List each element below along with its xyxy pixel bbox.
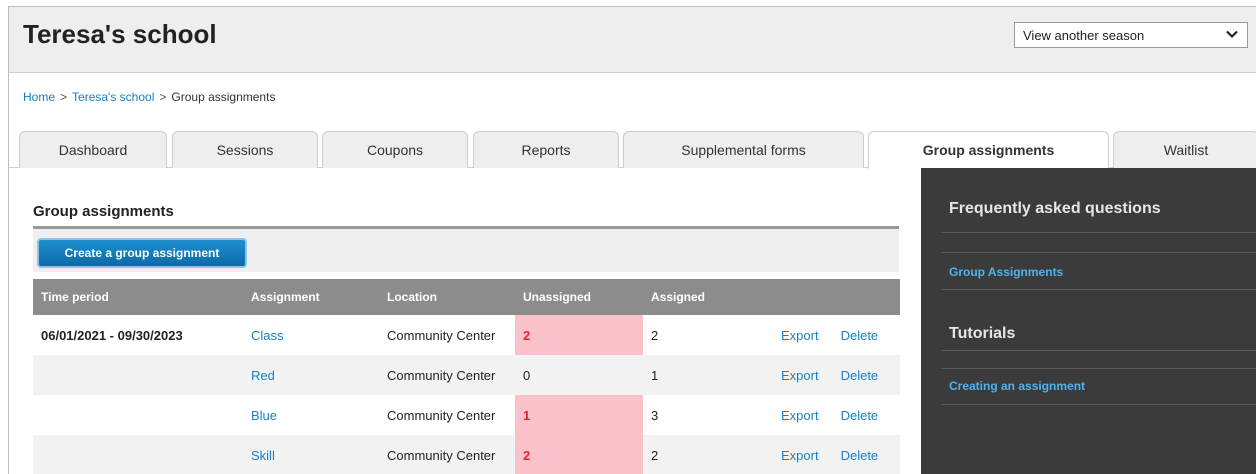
- delete-link[interactable]: Delete: [841, 328, 879, 343]
- assignment-link[interactable]: Red: [251, 368, 275, 383]
- unassigned-cell: 1: [515, 395, 643, 435]
- sidebar-divider: [941, 232, 1256, 233]
- export-link[interactable]: Export: [781, 328, 819, 343]
- assigned-cell: 2: [643, 315, 773, 355]
- breadcrumb-home[interactable]: Home: [23, 90, 55, 104]
- breadcrumb-current: Group assignments: [171, 90, 276, 104]
- table-row: Skill Community Center 2 2 Export Delete: [33, 435, 901, 474]
- assignment-cell: Red: [243, 355, 379, 395]
- tab-sessions[interactable]: Sessions: [172, 131, 318, 168]
- column-header-actions: [773, 279, 901, 315]
- sidebar-divider: [941, 368, 1256, 369]
- unassigned-cell: 2: [515, 435, 643, 474]
- breadcrumb: Home > Teresa's school > Group assignments: [23, 90, 275, 104]
- sidebar-divider: [941, 404, 1256, 405]
- column-header-unassigned: Unassigned: [515, 279, 643, 315]
- assignment-link[interactable]: Blue: [251, 408, 277, 423]
- help-sidebar: Frequently asked questions Group Assignm…: [921, 168, 1256, 474]
- assignment-cell: Blue: [243, 395, 379, 435]
- sidebar-divider: [941, 350, 1256, 351]
- unassigned-cell: 2: [515, 315, 643, 355]
- unassigned-cell: 0: [515, 355, 643, 395]
- actions-cell: Export Delete: [773, 395, 901, 435]
- tab-waitlist[interactable]: Waitlist: [1113, 131, 1256, 168]
- table-row: 06/01/2021 - 09/30/2023 Class Community …: [33, 315, 901, 355]
- actions-cell: Export Delete: [773, 355, 901, 395]
- tutorials-heading: Tutorials: [949, 325, 1016, 342]
- school-title: Teresa's school: [23, 19, 217, 49]
- tab-coupons[interactable]: Coupons: [322, 131, 468, 168]
- location-cell: Community Center: [379, 355, 515, 395]
- faq-heading: Frequently asked questions: [949, 200, 1161, 217]
- delete-link[interactable]: Delete: [841, 368, 879, 383]
- section-title: Group assignments: [33, 203, 174, 220]
- export-link[interactable]: Export: [781, 368, 819, 383]
- breadcrumb-school[interactable]: Teresa's school: [72, 90, 154, 104]
- assigned-cell: 3: [643, 395, 773, 435]
- assignments-table: Time period Assignment Location Unassign…: [33, 279, 901, 474]
- time-period-cell: 06/01/2021 - 09/30/2023: [33, 315, 243, 355]
- assignment-cell: Class: [243, 315, 379, 355]
- column-header-time-period: Time period: [33, 279, 243, 315]
- export-link[interactable]: Export: [781, 408, 819, 423]
- assigned-cell: 2: [643, 435, 773, 474]
- page: Teresa's school View another season Home…: [8, 6, 1256, 474]
- actions-cell: Export Delete: [773, 315, 901, 355]
- actions-cell: Export Delete: [773, 435, 901, 474]
- tab-bar: Dashboard Sessions Coupons Reports Suppl…: [9, 131, 1256, 169]
- season-select[interactable]: View another season: [1014, 22, 1248, 48]
- table-header-row: Time period Assignment Location Unassign…: [33, 279, 901, 315]
- season-select-value: View another season: [1023, 28, 1145, 43]
- tab-dashboard[interactable]: Dashboard: [19, 131, 167, 168]
- create-group-assignment-button[interactable]: Create a group assignment: [37, 238, 247, 268]
- table-row: Red Community Center 0 1 Export Delete: [33, 355, 901, 395]
- location-cell: Community Center: [379, 395, 515, 435]
- export-link[interactable]: Export: [781, 448, 819, 463]
- tab-group-assignments[interactable]: Group assignments: [868, 131, 1109, 169]
- time-period-cell: [33, 355, 243, 395]
- column-header-location: Location: [379, 279, 515, 315]
- column-header-assigned: Assigned: [643, 279, 773, 315]
- delete-link[interactable]: Delete: [841, 408, 879, 423]
- page-header: Teresa's school View another season: [9, 7, 1256, 73]
- sidebar-divider: [941, 289, 1256, 290]
- breadcrumb-separator: >: [60, 90, 68, 104]
- time-period-cell: [33, 435, 243, 474]
- assignment-link[interactable]: Skill: [251, 448, 275, 463]
- column-header-assignment: Assignment: [243, 279, 379, 315]
- delete-link[interactable]: Delete: [841, 448, 879, 463]
- tab-supplemental-forms[interactable]: Supplemental forms: [623, 131, 864, 168]
- assignment-cell: Skill: [243, 435, 379, 474]
- location-cell: Community Center: [379, 435, 515, 474]
- tab-reports[interactable]: Reports: [473, 131, 619, 168]
- location-cell: Community Center: [379, 315, 515, 355]
- chevron-down-icon: [1226, 30, 1238, 39]
- time-period-cell: [33, 395, 243, 435]
- sidebar-divider: [941, 252, 1256, 253]
- assigned-cell: 1: [643, 355, 773, 395]
- faq-link-group-assignments[interactable]: Group Assignments: [949, 265, 1063, 279]
- breadcrumb-separator: >: [159, 90, 167, 104]
- assignment-link[interactable]: Class: [251, 328, 284, 343]
- tutorial-link-creating-assignment[interactable]: Creating an assignment: [949, 379, 1085, 393]
- table-row: Blue Community Center 1 3 Export Delete: [33, 395, 901, 435]
